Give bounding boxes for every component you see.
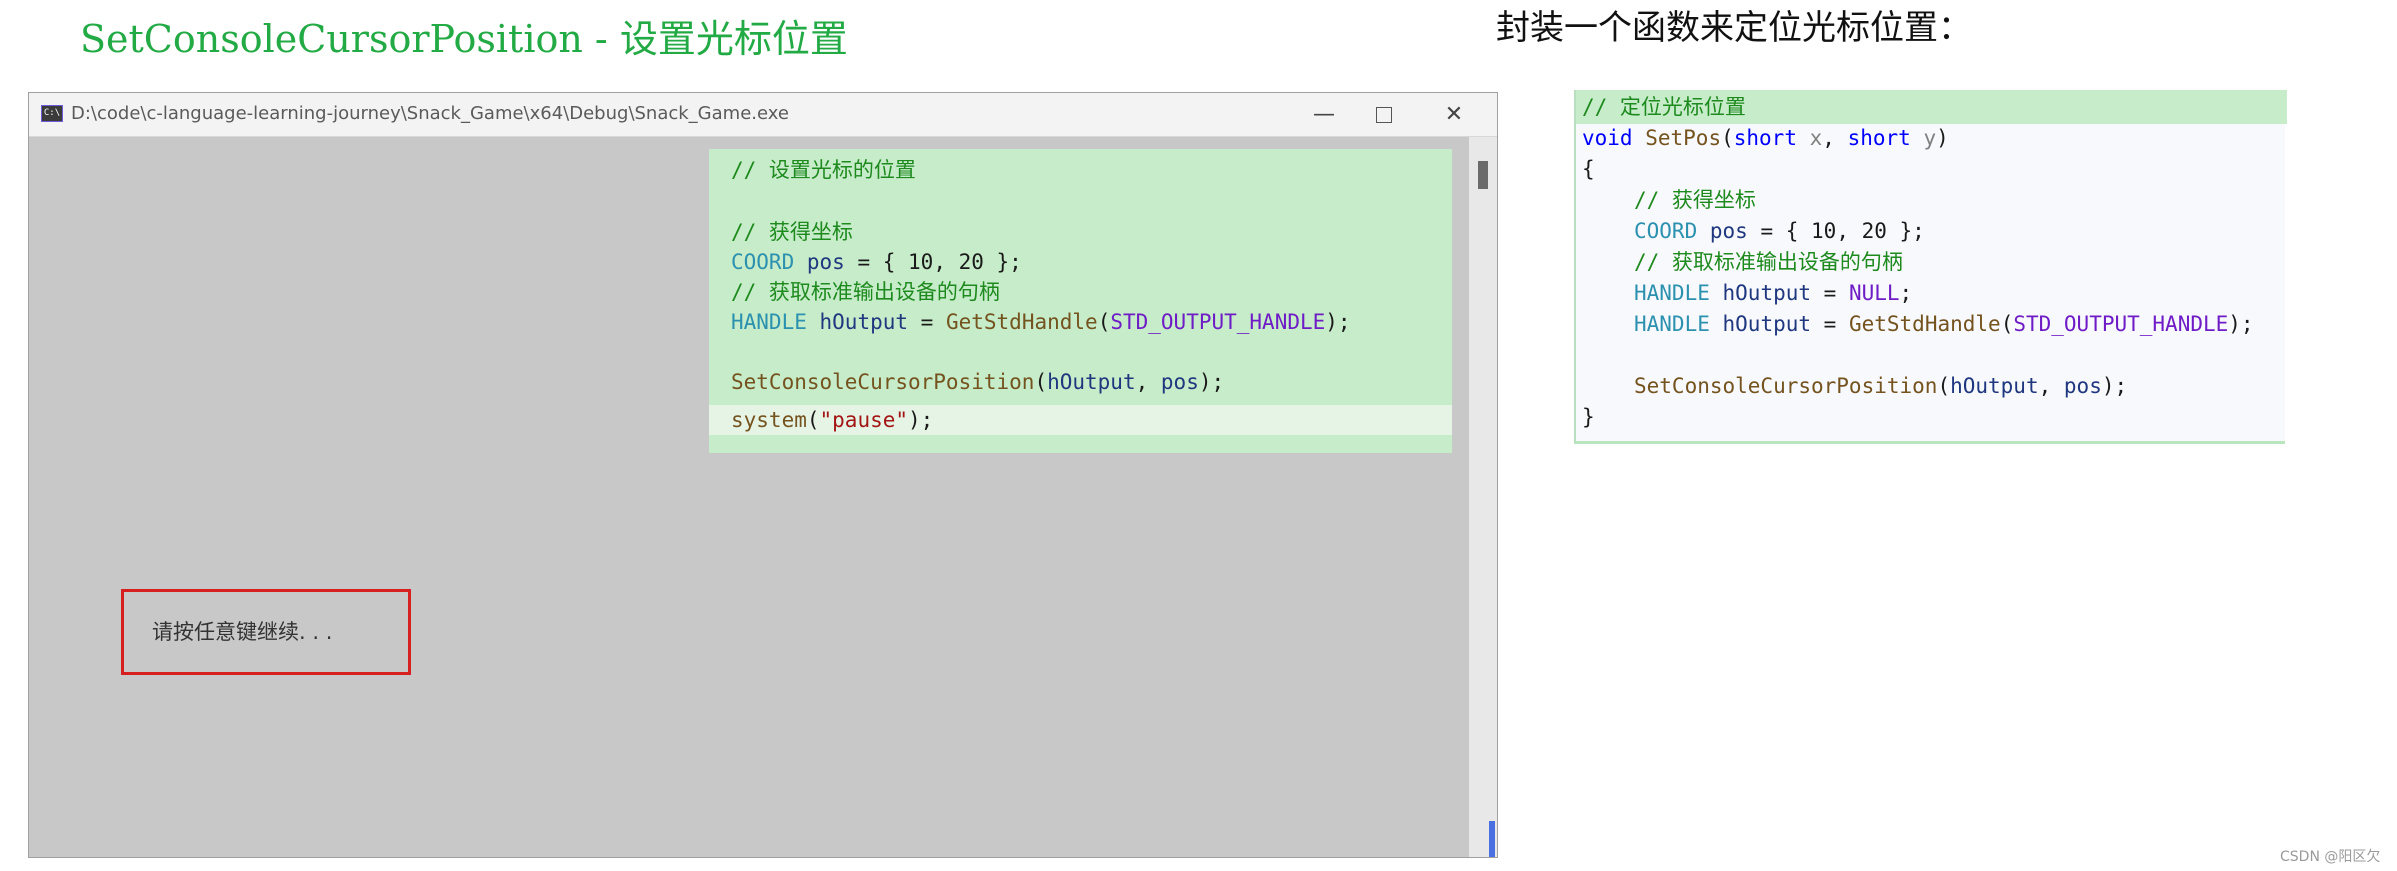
code-comment: // 获得坐标 <box>731 220 853 244</box>
code-variable: pos <box>1709 219 1748 243</box>
code-type: COORD <box>1634 219 1698 243</box>
console-title: D:\code\c-language-learning-journey\Snac… <box>71 103 789 124</box>
code-comment: // 获取标准输出设备的句柄 <box>731 280 1000 304</box>
code-line: // 获取标准输出设备的句柄 <box>731 277 1000 307</box>
code-line: // 获取标准输出设备的句柄 <box>1634 247 1903 278</box>
console-client-area[interactable]: // 设置光标的位置 // 获得坐标 COORD pos = { 10, 20 … <box>29 137 1469 857</box>
csdn-watermark: CSDN @阳区欠 <box>2280 849 2381 865</box>
scrollbar-thumb[interactable] <box>1478 161 1488 189</box>
code-line: system("pause"); <box>731 405 933 435</box>
code-text: = <box>1811 312 1849 336</box>
code-line: SetConsoleCursorPosition(hOutput, pos); <box>731 367 1224 397</box>
code-text: , <box>1822 126 1848 150</box>
code-text: = { 10, 20 }; <box>844 250 1022 274</box>
code-snippet-overlay: // 设置光标的位置 // 获得坐标 COORD pos = { 10, 20 … <box>709 149 1452 453</box>
vertical-scrollbar[interactable] <box>1469 137 1497 857</box>
code-keyword: short <box>1847 126 1911 150</box>
code-text: , <box>1135 370 1161 394</box>
code-variable: hOutput <box>1722 312 1812 336</box>
code-line: COORD pos = { 10, 20 }; <box>731 247 1022 277</box>
code-variable: hOutput <box>819 310 909 334</box>
code-text: ( <box>1937 374 1951 398</box>
code-line: HANDLE hOutput = GetStdHandle(STD_OUTPUT… <box>731 307 1351 337</box>
code-text: = { 10, 20 }; <box>1747 219 1925 243</box>
code-text: } <box>1582 405 1595 429</box>
close-button[interactable]: ✕ <box>1419 93 1489 137</box>
code-line: // 获得坐标 <box>731 217 853 247</box>
code-text: = <box>1811 281 1849 305</box>
code-function: GetStdHandle <box>945 310 1098 334</box>
code-text: ( <box>1097 310 1111 334</box>
code-type: HANDLE <box>1634 281 1710 305</box>
code-text: ( <box>1034 370 1048 394</box>
press-any-key-prompt: 请按任意键继续. . . <box>152 620 333 644</box>
code-comment: // 获取标准输出设备的句柄 <box>1634 250 1903 274</box>
code-type: COORD <box>731 250 795 274</box>
code-variable: hOutput <box>1950 374 2039 398</box>
code-macro: NULL <box>1848 281 1900 305</box>
maximize-button[interactable] <box>1349 93 1419 137</box>
code-text: = <box>908 310 946 334</box>
console-app-icon: C:\ <box>41 105 63 122</box>
console-window: C:\ D:\code\c-language-learning-journey\… <box>28 92 1498 858</box>
code-macro: STD_OUTPUT_HANDLE <box>2013 312 2229 336</box>
code-line: HANDLE hOutput = GetStdHandle(STD_OUTPUT… <box>1634 309 2254 340</box>
code-line: SetConsoleCursorPosition(hOutput, pos); <box>1634 371 2127 402</box>
code-line: void SetPos(short x, short y) <box>1582 123 1949 154</box>
code-type: HANDLE <box>731 310 807 334</box>
code-line: // 定位光标位置 <box>1582 92 1746 123</box>
code-variable: pos <box>806 250 845 274</box>
code-text: ( <box>1721 126 1734 150</box>
code-text: ); <box>908 408 934 432</box>
setpos-function-code: // 定位光标位置 void SetPos(short x, short y) … <box>1574 90 2287 444</box>
code-text: ); <box>2101 374 2128 398</box>
code-text: ) <box>1936 126 1949 150</box>
code-function: SetConsoleCursorPosition <box>1634 374 1938 398</box>
code-text: ); <box>1325 310 1351 334</box>
window-edge-accent <box>1489 821 1495 857</box>
code-keyword: short <box>1733 126 1797 150</box>
code-type: HANDLE <box>1634 312 1710 336</box>
code-text: { <box>1582 157 1595 181</box>
code-comment: // 定位光标位置 <box>1582 95 1746 119</box>
code-line: { <box>1582 154 1595 185</box>
code-variable: hOutput <box>1047 370 1136 394</box>
code-variable: pos <box>2063 374 2102 398</box>
code-text: ); <box>1198 370 1225 394</box>
code-text: ( <box>2000 312 2014 336</box>
code-comment: // 设置光标的位置 <box>731 158 916 182</box>
heading-setconsolecursorposition: SetConsoleCursorPosition - 设置光标位置 <box>80 17 848 61</box>
code-function: system <box>731 408 807 432</box>
console-titlebar[interactable]: C:\ D:\code\c-language-learning-journey\… <box>29 93 1497 137</box>
code-parameter: y <box>1923 126 1937 150</box>
heading-wrap-function: 封装一个函数来定位光标位置： <box>1496 8 1972 48</box>
code-function: SetPos <box>1645 126 1722 150</box>
code-parameter: x <box>1809 126 1823 150</box>
code-line: // 获得坐标 <box>1634 185 1756 216</box>
press-any-key-highlight: 请按任意键继续. . . <box>121 589 411 675</box>
code-function: SetConsoleCursorPosition <box>731 370 1035 394</box>
code-line: COORD pos = { 10, 20 }; <box>1634 216 1925 247</box>
code-macro: STD_OUTPUT_HANDLE <box>1110 310 1326 334</box>
code-function: GetStdHandle <box>1848 312 2001 336</box>
code-line: HANDLE hOutput = NULL; <box>1634 278 1912 309</box>
code-keyword: void <box>1582 126 1633 150</box>
code-text: ; <box>1899 281 1913 305</box>
code-text: , <box>2038 374 2064 398</box>
code-text: ( <box>806 408 820 432</box>
code-comment: // 获得坐标 <box>1634 188 1756 212</box>
code-variable: hOutput <box>1722 281 1812 305</box>
code-text: ); <box>2228 312 2254 336</box>
code-variable: pos <box>1160 370 1199 394</box>
code-line: } <box>1582 402 1595 433</box>
maximize-icon <box>1376 107 1392 123</box>
code-string: "pause" <box>819 408 909 432</box>
code-line: // 设置光标的位置 <box>731 155 916 185</box>
